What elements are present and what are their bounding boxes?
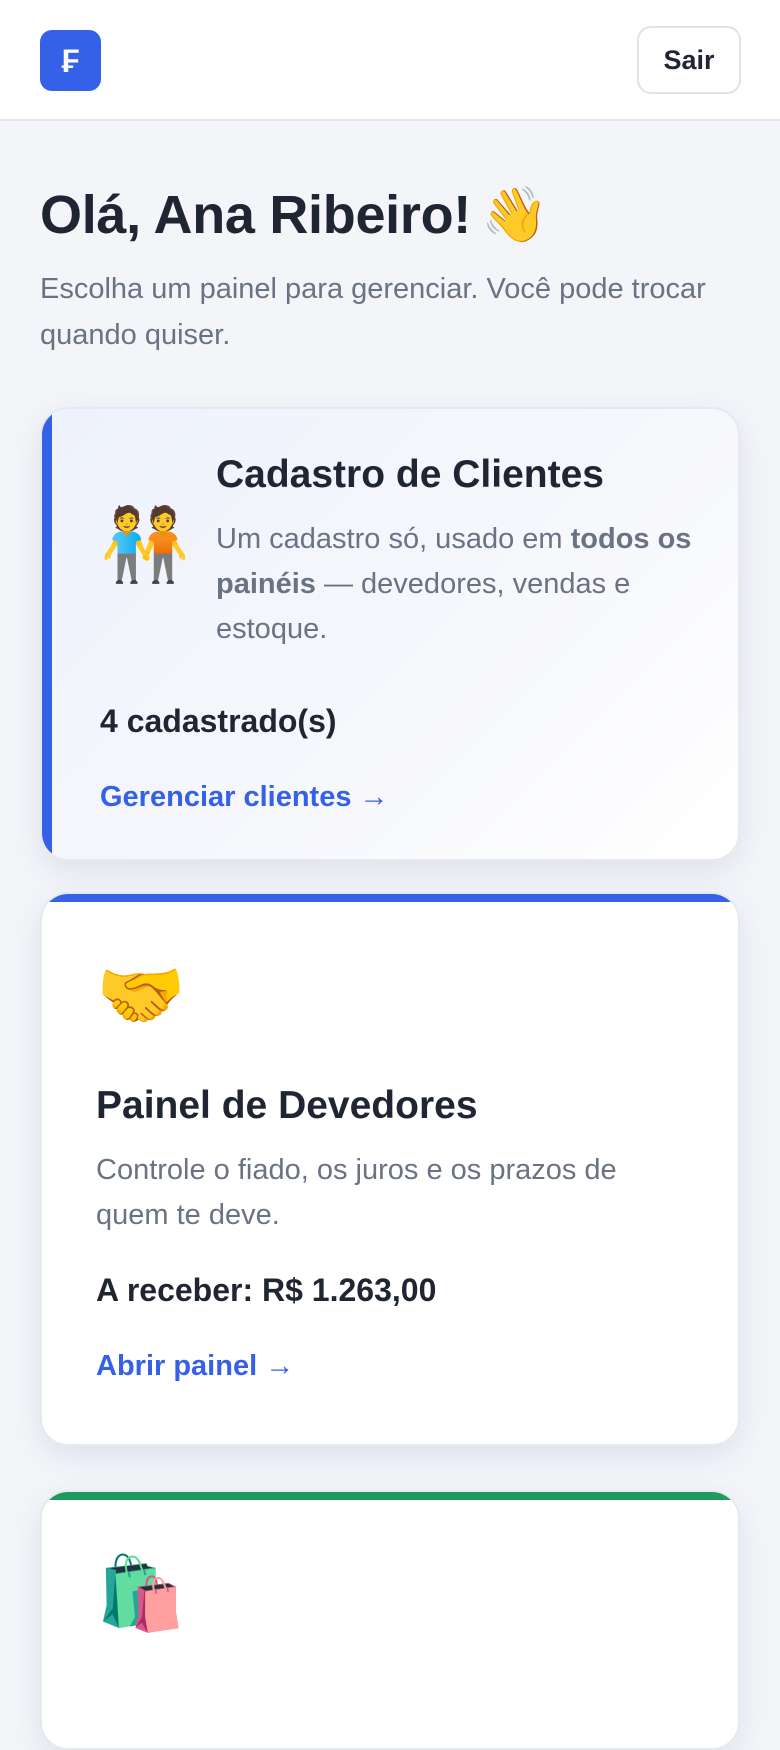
card-accent-bar	[42, 409, 52, 859]
shopping-bags-icon: 🛍️	[96, 1554, 186, 1634]
sales-panel-card[interactable]: 🛍️	[40, 1490, 740, 1750]
open-debtors-panel-link[interactable]: Abrir painel →	[96, 1350, 294, 1383]
debtors-panel-description: Controle o fiado, os juros e os prazos d…	[96, 1154, 617, 1231]
clients-card-description: Um cadastro só, usado em todos os painéi…	[216, 517, 706, 652]
greeting-text: Olá, Ana Ribeiro!	[40, 185, 471, 245]
handshake-icon: 🤝	[96, 956, 186, 1036]
clients-count: 4 cadastrado(s)	[100, 703, 337, 739]
receivable-amount: A receber: R$ 1.263,00	[96, 1272, 437, 1308]
logo-icon: ₣	[61, 42, 80, 79]
app-logo[interactable]: ₣	[40, 30, 101, 91]
people-holding-hands-icon: 🧑‍🤝‍🧑	[100, 505, 190, 585]
manage-clients-link[interactable]: Gerenciar clientes →	[100, 781, 389, 814]
logout-button[interactable]: Sair	[637, 26, 741, 94]
top-bar: ₣ Sair	[0, 0, 780, 121]
page-subtitle: Escolha um painel para gerenciar. Você p…	[40, 273, 706, 351]
waving-hand-icon: 👋	[480, 185, 548, 245]
card-accent-stripe	[42, 1492, 738, 1500]
clients-desc-start: Um cadastro só, usado em	[216, 523, 571, 555]
clients-card-title: Cadastro de Clientes	[216, 453, 604, 496]
card-accent-stripe	[42, 894, 738, 902]
debtors-panel-card[interactable]: 🤝 Painel de Devedores Controle o fiado, …	[40, 892, 740, 1446]
clients-card[interactable]: 🧑‍🤝‍🧑 Cadastro de Clientes Um cadastro s…	[40, 407, 740, 861]
page-title: Olá, Ana Ribeiro! 👋	[40, 184, 548, 247]
debtors-panel-title: Painel de Devedores	[96, 1084, 478, 1127]
